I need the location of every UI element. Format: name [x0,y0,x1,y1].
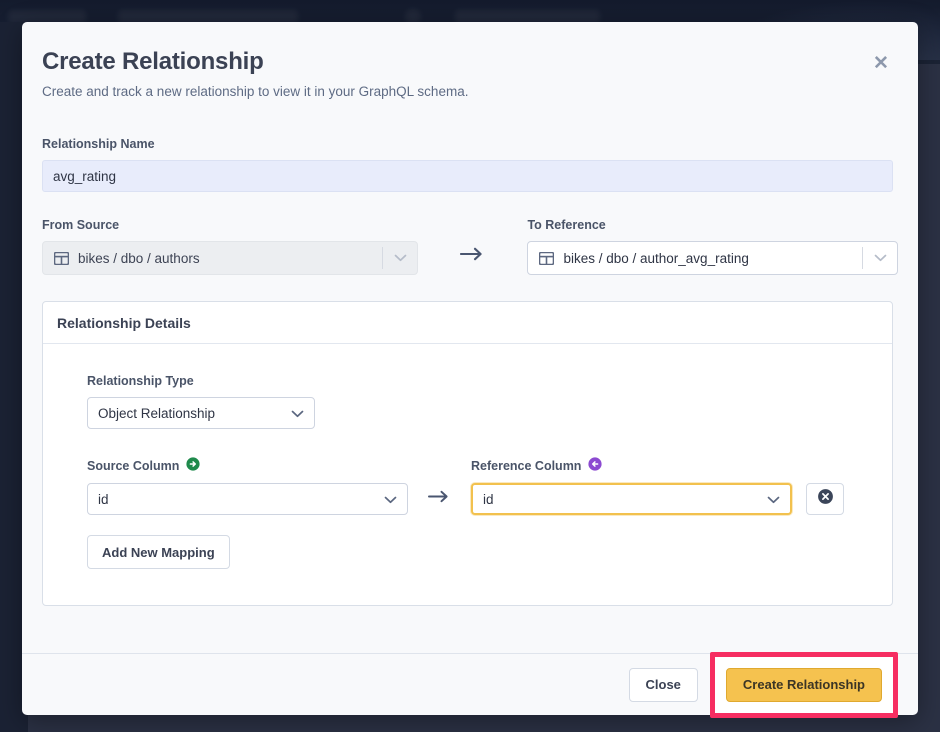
chevron-down-icon [383,254,417,262]
column-mapping-row: id id [87,483,892,515]
relationship-name-input[interactable] [42,160,893,192]
table-icon [539,252,554,265]
reference-column-select[interactable]: id [471,483,792,515]
relationship-type-label: Relationship Type [87,374,892,388]
arrow-right-icon [428,489,452,509]
reference-column-value: id [483,492,767,507]
chevron-down-icon [291,406,304,421]
chevron-down-icon [767,492,780,507]
flow-arrow-container [418,246,527,275]
to-reference-value: bikes / dbo / author_avg_rating [563,251,862,266]
relationship-type-value: Object Relationship [98,406,291,421]
from-source-select[interactable]: bikes / dbo / authors [42,241,418,275]
relationship-type-select[interactable]: Object Relationship [87,397,315,429]
close-icon[interactable]: ✕ [870,52,892,74]
arrow-right-icon [460,246,486,267]
green-arrow-right-circle-icon [186,457,200,474]
close-button[interactable]: Close [629,668,698,702]
modal-footer: Close Create Relationship [22,653,918,715]
chevron-down-icon [863,254,897,262]
source-column-select[interactable]: id [87,483,408,515]
from-source-value: bikes / dbo / authors [78,251,382,266]
chevron-down-icon [384,492,397,507]
reference-column-label: Reference Column [471,459,581,473]
create-relationship-highlight: Create Relationship [710,652,898,718]
remove-circle-x-icon [817,488,834,510]
create-relationship-modal: ✕ Create Relationship Create and track a… [22,22,918,715]
purple-arrow-left-circle-icon [588,457,602,474]
source-column-value: id [98,492,384,507]
source-reference-row: From Source bikes / dbo / authors [42,218,898,275]
page-subtitle: Create and track a new relationship to v… [42,84,898,99]
mapping-arrow-container [408,489,471,509]
to-reference-group: To Reference bikes / dbo / author_avg_ra… [527,218,898,275]
table-icon [54,252,69,265]
relationship-details-body: Relationship Type Object Relationship So… [43,344,892,605]
remove-mapping-button[interactable] [806,483,844,515]
from-source-label: From Source [42,218,418,232]
relationship-name-label: Relationship Name [42,137,898,151]
source-column-label-group: Source Column [87,457,471,474]
reference-column-label-group: Reference Column [471,457,602,474]
add-new-mapping-button[interactable]: Add New Mapping [87,535,230,569]
modal-body: Create Relationship Create and track a n… [22,22,918,606]
create-relationship-button[interactable]: Create Relationship [726,668,882,702]
page-title: Create Relationship [42,48,898,76]
source-column-label: Source Column [87,459,179,473]
mapping-labels-row: Source Column Reference Column [87,457,892,474]
relationship-details-header: Relationship Details [43,302,892,344]
to-reference-select[interactable]: bikes / dbo / author_avg_rating [527,241,898,275]
to-reference-label: To Reference [527,218,898,232]
relationship-details-panel: Relationship Details Relationship Type O… [42,301,893,606]
from-source-group: From Source bikes / dbo / authors [42,218,418,275]
